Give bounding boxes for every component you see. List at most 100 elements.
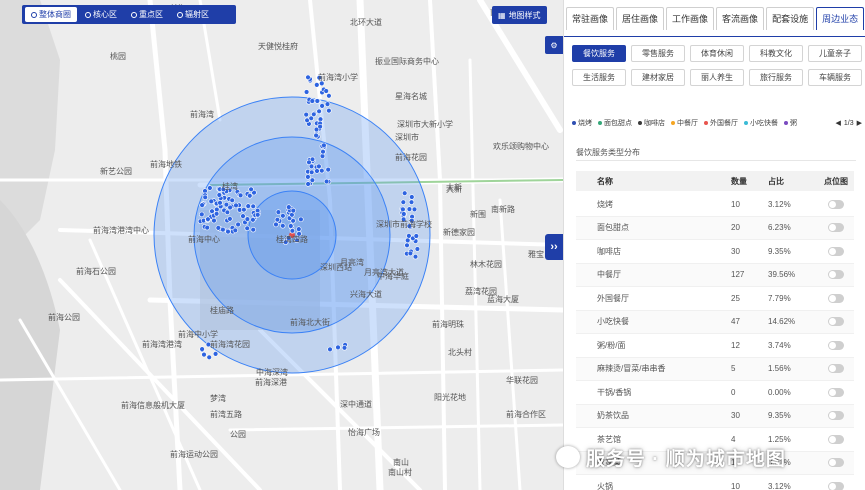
poi-point[interactable]	[309, 177, 316, 183]
poi-point[interactable]	[296, 226, 302, 232]
map-toggle[interactable]	[828, 387, 844, 397]
poi-point[interactable]	[335, 344, 341, 351]
poi-point[interactable]	[235, 221, 241, 228]
poi-point[interactable]	[201, 351, 207, 358]
poi-point[interactable]	[250, 217, 256, 223]
poi-point[interactable]	[245, 203, 251, 209]
map-toggle[interactable]	[828, 293, 844, 303]
poi-point[interactable]	[289, 228, 296, 234]
poi-point[interactable]	[213, 211, 220, 217]
poi-point[interactable]	[233, 202, 239, 209]
legend-item[interactable]: 中餐厅	[671, 118, 698, 128]
tab-core-area[interactable]: 核心区	[79, 7, 123, 22]
poi-point[interactable]	[305, 181, 311, 187]
poi-point[interactable]	[409, 194, 415, 200]
poi-point[interactable]	[199, 346, 205, 352]
map-toggle[interactable]	[828, 270, 844, 280]
poi-point[interactable]	[319, 168, 325, 174]
poi-point[interactable]	[320, 149, 326, 155]
poi-point[interactable]	[314, 82, 320, 88]
tab-panel-2[interactable]: 工作画像	[666, 7, 715, 30]
poi-point[interactable]	[303, 89, 310, 95]
category-button-5[interactable]: 生活服务	[572, 69, 626, 86]
poi-point[interactable]	[305, 174, 311, 180]
poi-point[interactable]	[199, 202, 205, 208]
poi-point[interactable]	[227, 204, 233, 211]
poi-point[interactable]	[319, 153, 326, 159]
poi-point[interactable]	[274, 217, 281, 223]
poi-point[interactable]	[401, 211, 407, 217]
poi-point[interactable]	[250, 227, 256, 233]
settings-button[interactable]: ⚙	[545, 36, 563, 54]
poi-point[interactable]	[405, 237, 411, 244]
poi-point[interactable]	[208, 198, 214, 205]
poi-point[interactable]	[202, 194, 208, 201]
poi-point[interactable]	[408, 199, 415, 205]
poi-point[interactable]	[199, 211, 205, 218]
poi-point[interactable]	[240, 213, 246, 219]
poi-point[interactable]	[404, 242, 410, 249]
map-toggle[interactable]	[828, 364, 844, 374]
map-view[interactable]: 南头中学北环大道天健悦桂府前海湾小学振业国际商务中心前海湾星海名城深圳市大新小学…	[0, 0, 563, 490]
poi-point[interactable]	[209, 208, 215, 214]
tab-panel-5[interactable]: 周边业态	[816, 7, 865, 30]
category-button-2[interactable]: 体育休闲	[690, 45, 744, 62]
poi-point[interactable]	[316, 163, 322, 170]
prev-page-icon[interactable]: ◀	[835, 119, 840, 127]
legend-item[interactable]: 小吃快餐	[744, 118, 778, 128]
poi-point[interactable]	[286, 204, 292, 210]
poi-point[interactable]	[248, 186, 254, 193]
poi-point[interactable]	[309, 169, 315, 176]
map-toggle[interactable]	[828, 411, 844, 421]
map-style-button[interactable]: ▦ 地图样式	[492, 6, 547, 24]
poi-point[interactable]	[247, 193, 253, 199]
tab-radiation-area[interactable]: 辐射区	[171, 7, 215, 22]
poi-point[interactable]	[298, 216, 304, 223]
poi-point[interactable]	[323, 178, 330, 185]
legend-item[interactable]: 外国餐厅	[704, 118, 738, 128]
poi-point[interactable]	[313, 132, 319, 139]
poi-point[interactable]	[413, 233, 419, 239]
poi-point[interactable]	[411, 206, 418, 213]
panel-toggle-button[interactable]: ››	[545, 234, 563, 260]
poi-point[interactable]	[407, 250, 414, 257]
poi-point[interactable]	[400, 199, 406, 205]
poi-point[interactable]	[309, 98, 315, 104]
category-button-8[interactable]: 旅行服务	[749, 69, 803, 86]
poi-point[interactable]	[314, 168, 320, 174]
poi-point[interactable]	[314, 98, 320, 104]
poi-point[interactable]	[414, 246, 421, 252]
poi-point[interactable]	[406, 206, 413, 212]
category-button-6[interactable]: 建材家居	[631, 69, 685, 86]
tab-panel-4[interactable]: 配套设施	[766, 7, 815, 30]
poi-point[interactable]	[280, 223, 286, 229]
poi-point[interactable]	[212, 351, 219, 357]
poi-point[interactable]	[290, 207, 296, 214]
legend-item[interactable]: 粥	[784, 118, 797, 128]
poi-point[interactable]	[323, 88, 329, 94]
category-button-3[interactable]: 科教文化	[749, 45, 803, 62]
poi-point[interactable]	[317, 123, 323, 130]
poi-point[interactable]	[225, 228, 231, 235]
legend-item[interactable]: 咖啡店	[638, 118, 665, 128]
next-page-icon[interactable]: ▶	[857, 119, 862, 127]
category-button-7[interactable]: 丽人养生	[690, 69, 744, 86]
tab-whole-area[interactable]: 整体商圈	[25, 7, 77, 22]
legend-item[interactable]: 面包甜点	[598, 118, 632, 128]
map-toggle[interactable]	[828, 317, 844, 327]
poi-point[interactable]	[412, 254, 419, 260]
poi-point[interactable]	[232, 227, 239, 234]
poi-point[interactable]	[400, 206, 406, 213]
tab-panel-3[interactable]: 客流画像	[716, 7, 765, 30]
poi-point[interactable]	[224, 209, 231, 216]
map-toggle[interactable]	[828, 223, 844, 233]
poi-point[interactable]	[244, 225, 250, 232]
poi-point[interactable]	[237, 192, 244, 199]
poi-point[interactable]	[327, 346, 333, 353]
category-button-1[interactable]: 零售服务	[631, 45, 685, 62]
map-toggle[interactable]	[828, 199, 844, 209]
poi-point[interactable]	[325, 166, 331, 173]
poi-point[interactable]	[204, 224, 210, 231]
poi-point[interactable]	[402, 190, 408, 196]
poi-point[interactable]	[250, 203, 256, 210]
